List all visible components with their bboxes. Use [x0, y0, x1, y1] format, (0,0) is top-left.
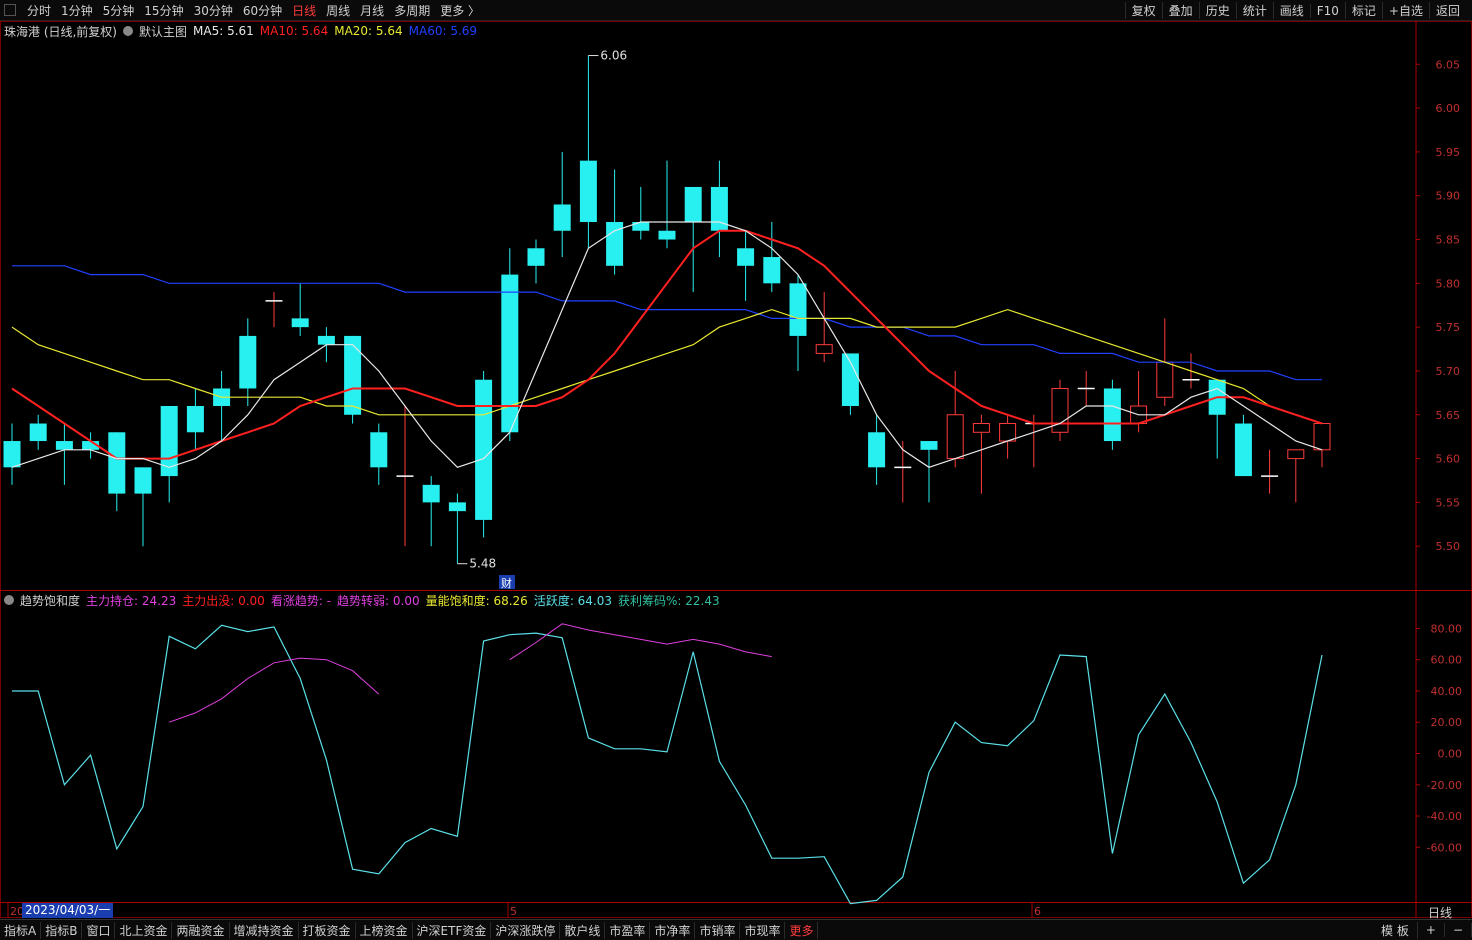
tab-northbound[interactable]: 北上资金 — [115, 921, 173, 939]
tab-ps[interactable]: 市销率 — [695, 921, 741, 939]
tab-pcf[interactable]: 市现率 — [740, 921, 786, 939]
candle-body-down — [868, 432, 886, 468]
sub-y-tick-label: 20.00 — [1431, 716, 1463, 729]
y-tick-label: 6.00 — [1436, 102, 1461, 115]
tab-indicator-a[interactable]: 指标A — [0, 921, 42, 939]
candle-body-down — [684, 186, 702, 222]
candle-body-down — [448, 502, 466, 512]
candle-body-down — [108, 432, 126, 494]
high-price-label: 6.06 — [600, 49, 627, 63]
tab-holding-change[interactable]: 增减持资金 — [230, 921, 299, 939]
sub-y-tick-label: -20.00 — [1427, 779, 1462, 792]
candle-body-down — [317, 335, 335, 345]
y-tick-label: 5.60 — [1436, 453, 1461, 466]
ma20-line — [11, 308, 1323, 425]
candle-body-down — [239, 335, 257, 389]
candle-body-down — [370, 432, 388, 468]
cursor-date: 2023/04/03/一 — [22, 903, 114, 918]
sub-y-tick-label: 80.00 — [1431, 622, 1463, 635]
candle-body-down — [55, 441, 73, 450]
sub-y-tick-label: 60.00 — [1431, 654, 1463, 667]
tab-limit-up[interactable]: 打板资金 — [299, 921, 356, 939]
zoom-in-button[interactable]: + — [1418, 923, 1445, 937]
y-tick-label: 5.90 — [1436, 190, 1461, 203]
candle-body-up — [946, 414, 964, 460]
y-tick-label: 5.80 — [1436, 277, 1461, 290]
candle-body-down — [475, 379, 493, 520]
template-button[interactable]: 模 板 — [1373, 921, 1418, 939]
candle-body-down — [134, 467, 152, 494]
tab-indicator-b[interactable]: 指标B — [41, 921, 83, 939]
candle-body-up — [999, 423, 1017, 442]
x-tick-label: 5 — [510, 905, 517, 918]
candle-body-down — [763, 257, 781, 284]
tab-pb[interactable]: 市净率 — [650, 921, 696, 939]
event-marker: 财 — [501, 576, 512, 590]
candle-body-down — [527, 248, 545, 266]
candle-body-up — [1156, 361, 1174, 398]
y-tick-label: 5.75 — [1436, 321, 1461, 334]
y-tick-label: 6.05 — [1436, 58, 1461, 71]
main-holding-line-b — [509, 623, 772, 661]
tab-window[interactable]: 窗口 — [82, 921, 116, 939]
tab-pe[interactable]: 市盈率 — [605, 921, 651, 939]
tab-retail[interactable]: 散户线 — [560, 921, 606, 939]
y-tick-label: 5.50 — [1436, 540, 1461, 553]
ma5-line — [11, 221, 1323, 468]
tab-top-list[interactable]: 上榜资金 — [356, 921, 413, 939]
x-tick-label: 6 — [1034, 905, 1041, 918]
candle-body-down — [291, 318, 309, 328]
candle-body-up — [815, 344, 833, 354]
candle-body-down — [737, 248, 755, 266]
indicator-tabs-bar: 指标A 指标B 窗口 北上资金 两融资金 增减持资金 打板资金 上榜资金 沪深E… — [0, 919, 1472, 940]
kline-chart[interactable]: 6.05 6.00 5.95 5.90 5.85 5.80 5.75 5.70 5.65 5.60… — [0, 0, 1472, 918]
ma10-line — [11, 229, 1323, 460]
tab-etf[interactable]: 沪深ETF资金 — [413, 921, 492, 939]
sub-y-tick-label: 0.00 — [1438, 748, 1463, 761]
tab-limit[interactable]: 沪深涨跌停 — [491, 921, 561, 939]
candle-body-down — [344, 335, 362, 415]
y-tick-label: 5.65 — [1436, 409, 1461, 422]
candle-body-down — [579, 160, 597, 222]
candle-body-down — [29, 423, 47, 442]
candle-body-down — [186, 406, 204, 433]
tab-more[interactable]: 更多 — [785, 921, 819, 939]
sub-y-tick-label: 40.00 — [1431, 685, 1463, 698]
tab-margin[interactable]: 两融资金 — [172, 921, 230, 939]
main-holding-line-a — [169, 657, 380, 723]
y-tick-label: 5.70 — [1436, 365, 1461, 378]
sub-y-tick-label: -60.00 — [1427, 841, 1462, 854]
y-tick-label: 5.95 — [1436, 146, 1461, 159]
candle-body-down — [1103, 388, 1121, 442]
candle-body-up — [1313, 423, 1331, 451]
trend-saturation-line — [12, 624, 1323, 905]
candle-body-down — [1234, 423, 1252, 477]
candle-body-down — [3, 441, 21, 468]
zoom-out-button[interactable]: − — [1445, 923, 1472, 937]
candle-body-up — [972, 423, 990, 433]
y-tick-label: 5.55 — [1436, 496, 1461, 509]
candle-body-down — [632, 222, 650, 231]
sub-y-tick-label: -40.00 — [1427, 810, 1462, 823]
low-price-label: 5.48 — [469, 557, 496, 571]
candle-body-down — [920, 441, 938, 450]
y-tick-label: 5.85 — [1436, 234, 1461, 247]
candle-body-down — [789, 283, 807, 336]
candle-body-down — [553, 204, 571, 231]
candle-body-down — [658, 230, 676, 240]
candle-body-down — [422, 484, 440, 503]
candle-body-up — [1287, 449, 1305, 460]
